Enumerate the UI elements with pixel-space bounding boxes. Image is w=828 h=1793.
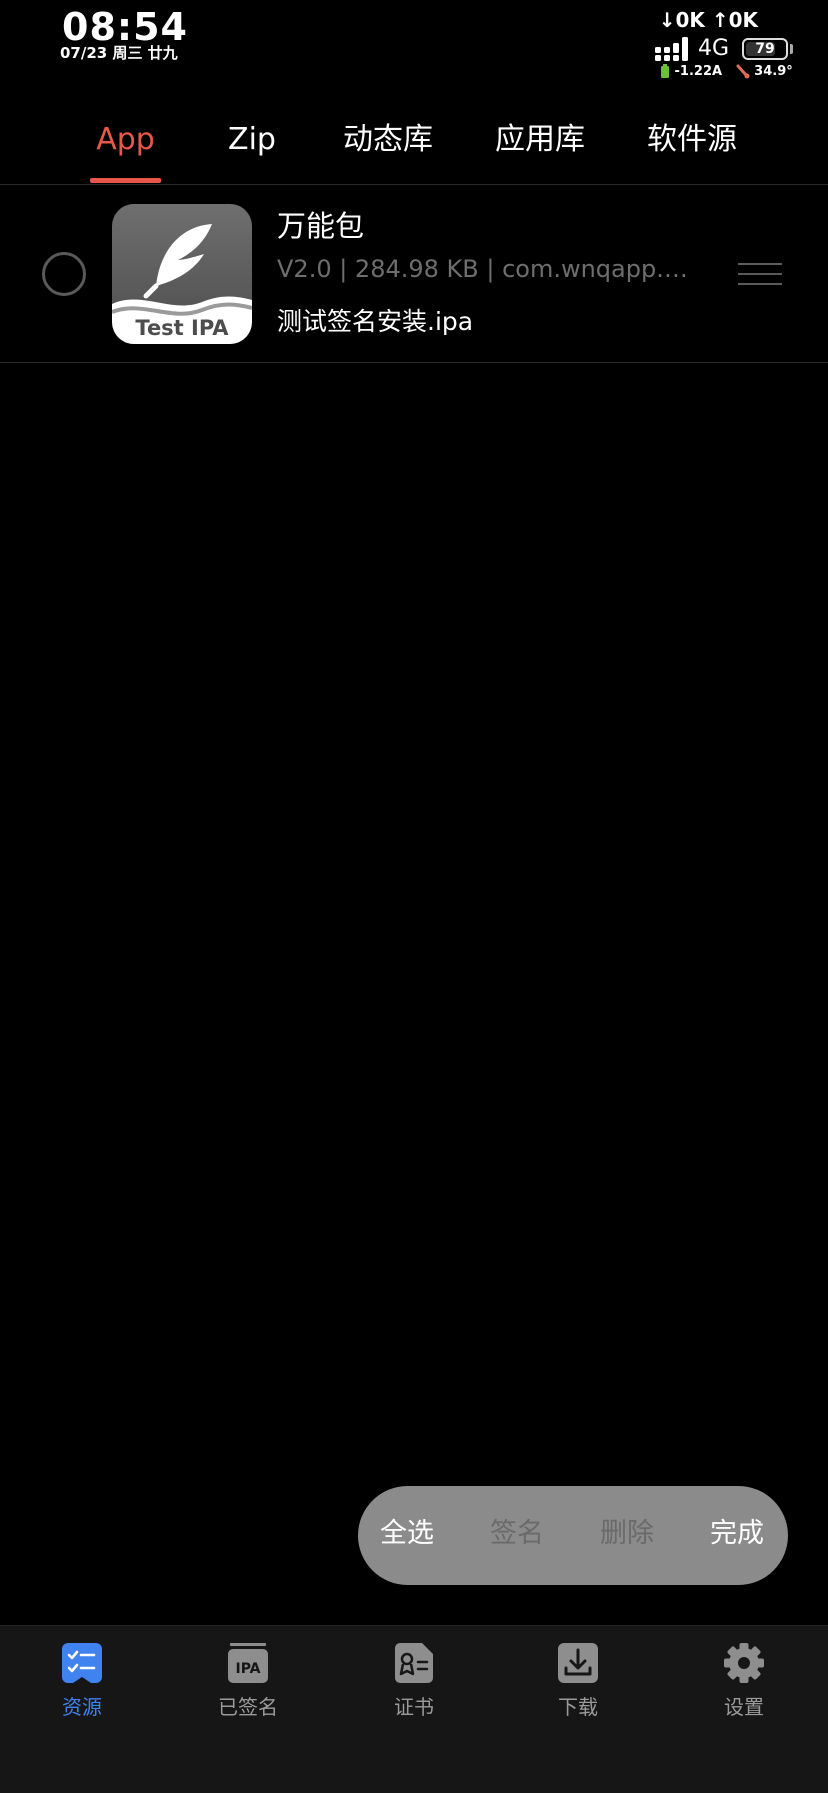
tab-software-source[interactable]: 软件源 — [644, 120, 740, 170]
app-meta: V2.0 | 284.98 KB | com.wnqapp.tes... — [277, 255, 693, 283]
sign-button[interactable]: 签名 — [490, 1514, 544, 1554]
bottom-tab-label: 资源 — [62, 1695, 102, 1719]
done-button[interactable]: 完成 — [710, 1514, 764, 1554]
bottom-tab-label: 设置 — [724, 1695, 764, 1719]
tab-dylib[interactable]: 动态库 — [340, 120, 436, 170]
bottom-tab-signed[interactable]: IPA 已签名 — [193, 1642, 303, 1742]
reorder-handle-icon[interactable] — [738, 263, 782, 285]
svg-text:IPA: IPA — [235, 1661, 260, 1677]
battery-tip — [790, 44, 793, 54]
bottom-tab-settings[interactable]: 设置 — [689, 1642, 799, 1742]
certificate-icon — [395, 1643, 433, 1683]
ipa-icon: IPA — [228, 1643, 268, 1683]
battery-charging-icon — [661, 64, 669, 78]
bottom-tab-label: 下载 — [558, 1695, 598, 1719]
current-value: -1.22A — [674, 64, 723, 79]
delete-button[interactable]: 删除 — [600, 1514, 654, 1554]
status-bar: 08:54 07/23 周三 廿九 ↓0K ↑0K 4G 79 -1.22A 3… — [0, 0, 828, 90]
resource-checklist-icon — [62, 1643, 102, 1683]
app-icon-label: Test IPA — [135, 316, 229, 340]
active-tab-indicator — [90, 178, 161, 183]
select-all-button[interactable]: 全选 — [380, 1514, 434, 1554]
bottom-tab-label: 已签名 — [218, 1695, 278, 1719]
bottom-tab-certificate[interactable]: 证书 — [359, 1642, 469, 1742]
selection-action-bar: 全选 签名 删除 完成 — [358, 1486, 788, 1585]
gear-icon — [724, 1643, 764, 1683]
network-type: 4G — [698, 36, 730, 61]
thermometer-icon — [736, 64, 750, 79]
select-checkbox[interactable] — [42, 252, 86, 296]
battery-icon: 79 — [742, 38, 788, 60]
bottom-tab-label: 证书 — [394, 1695, 434, 1719]
category-tabs: App Zip 动态库 应用库 软件源 — [0, 100, 828, 185]
status-date: 07/23 周三 廿九 — [60, 44, 178, 62]
temperature-value: 34.9° — [754, 64, 793, 79]
app-file-name: 测试签名安装.ipa — [277, 307, 474, 336]
bottom-tab-resources[interactable]: 资源 — [27, 1642, 137, 1742]
app-name: 万能包 — [277, 209, 365, 243]
download-icon — [558, 1643, 598, 1683]
bottom-tab-bar: 资源 IPA 已签名 证书 下载 设置 — [0, 1625, 828, 1793]
tab-zip[interactable]: Zip — [220, 120, 284, 170]
tab-app-library[interactable]: 应用库 — [492, 120, 588, 170]
bottom-tab-download[interactable]: 下载 — [523, 1642, 633, 1742]
tab-app[interactable]: App — [90, 120, 161, 170]
list-item[interactable]: Test IPA 万能包 V2.0 | 284.98 KB | com.wnqa… — [0, 185, 828, 363]
battery-level: 79 — [755, 41, 775, 57]
current-temperature-row: -1.22A 34.9° — [660, 64, 793, 80]
signal-icon — [655, 37, 688, 61]
app-icon: Test IPA — [112, 204, 252, 344]
network-speed: ↓0K ↑0K — [658, 8, 758, 32]
